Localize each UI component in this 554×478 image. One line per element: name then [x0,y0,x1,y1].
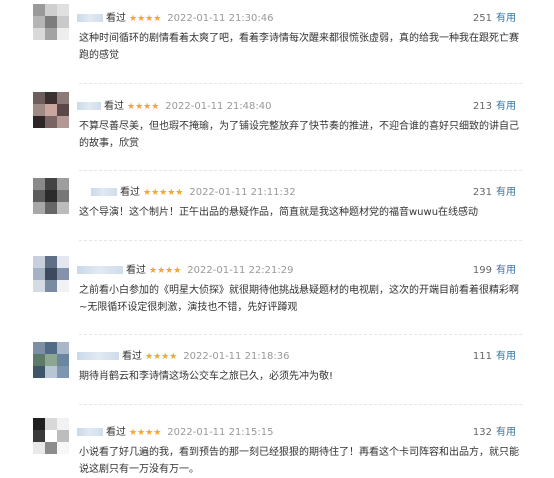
divider [79,83,522,84]
username[interactable] [77,352,119,360]
comment-text: 期待肖鹤云和李诗情这场公交车之旅已久，必须先冲为敬! [79,371,334,382]
comment-text: 小说看了好几遍的我，看到预告的那一刻已经狠狠的期待住了！再看这个卡司阵容和出品方… [79,447,519,475]
comment-time: 2022-01-11 21:15:15 [167,427,274,438]
comment-meta: 看过 ★★★★ 2022-01-11 22:21:29 [77,264,294,278]
username[interactable] [77,102,101,110]
vote-count: 231 [472,187,492,198]
rating-stars: ★★★★ [129,428,162,438]
vote-count: 132 [472,427,492,438]
rating-stars: ★★★★ [129,14,162,24]
comment-time: 2022-01-11 21:11:32 [189,187,296,198]
useful-button[interactable]: 有用 [496,427,516,438]
useful-button[interactable]: 有用 [496,351,516,362]
divider [79,334,522,335]
watched-status: 看过 [120,187,140,198]
watched-status: 看过 [104,101,124,112]
useful-button[interactable]: 有用 [496,187,516,198]
username[interactable] [77,428,103,436]
divider [79,240,522,241]
comment-meta: 看过 ★★★★ 2022-01-11 21:18:36 [77,350,290,364]
username[interactable] [91,188,117,196]
vote-area: 199 有用 [473,264,516,278]
vote-area: 213 有用 [473,100,516,114]
useful-button[interactable]: 有用 [496,265,516,276]
comment-meta: 看过 ★★★★ 2022-01-11 21:48:40 [77,100,272,114]
username[interactable] [77,266,123,274]
rating-stars: ★★★★★ [143,188,184,198]
comment-text: 这种时间循环的剧情看着太爽了吧，看着李诗情每次醒来都很慌张虚弱，真的给我一种我在… [79,33,519,61]
comment-text: 之前看小白参加的《明星大侦探》就很期待他挑战悬疑题材的电视剧，这次的开端目前看着… [79,285,519,313]
vote-count: 111 [472,351,492,362]
vote-area: 111 有用 [473,350,516,364]
comment-time: 2022-01-11 21:48:40 [165,101,272,112]
comment-text: 这个导演！这个制片！正午出品的悬疑作品，简直就是我这种题材党的福音wuwu在线感… [79,207,479,218]
avatar[interactable] [33,256,69,292]
avatar[interactable] [33,178,69,214]
vote-area: 231 有用 [473,186,516,200]
comment-time: 2022-01-11 21:30:46 [167,13,274,24]
vote-count: 199 [472,265,492,276]
rating-stars: ★★★★ [127,102,160,112]
comment-time: 2022-01-11 21:18:36 [183,351,290,362]
comment-text: 不算尽善尽美，但也瑕不掩瑜，为了铺设完整放弃了快节奏的推进，不迎合谁的喜好只细致… [79,121,519,149]
vote-area: 132 有用 [473,426,516,440]
rating-stars: ★★★★ [149,266,182,276]
avatar[interactable] [33,342,69,378]
vote-area: 251 有用 [473,12,516,26]
comment-time: 2022-01-11 22:21:29 [187,265,294,276]
vote-count: 213 [472,101,492,112]
avatar[interactable] [33,92,69,128]
watched-status: 看过 [122,351,142,362]
watched-status: 看过 [106,13,126,24]
rating-stars: ★★★★ [145,352,178,362]
comment-meta: 看过 ★★★★ 2022-01-11 21:30:46 [77,12,274,26]
avatar[interactable] [33,418,69,454]
useful-button[interactable]: 有用 [496,101,516,112]
watched-status: 看过 [106,427,126,438]
useful-button[interactable]: 有用 [496,13,516,24]
divider [79,404,522,405]
comment-meta: 看过 ★★★★ 2022-01-11 21:15:15 [77,426,274,440]
watched-status: 看过 [126,265,146,276]
avatar[interactable] [33,4,69,40]
comment-meta: 看过 ★★★★★ 2022-01-11 21:11:32 [91,186,296,200]
divider [79,170,522,171]
username[interactable] [77,14,103,22]
vote-count: 251 [472,13,492,24]
